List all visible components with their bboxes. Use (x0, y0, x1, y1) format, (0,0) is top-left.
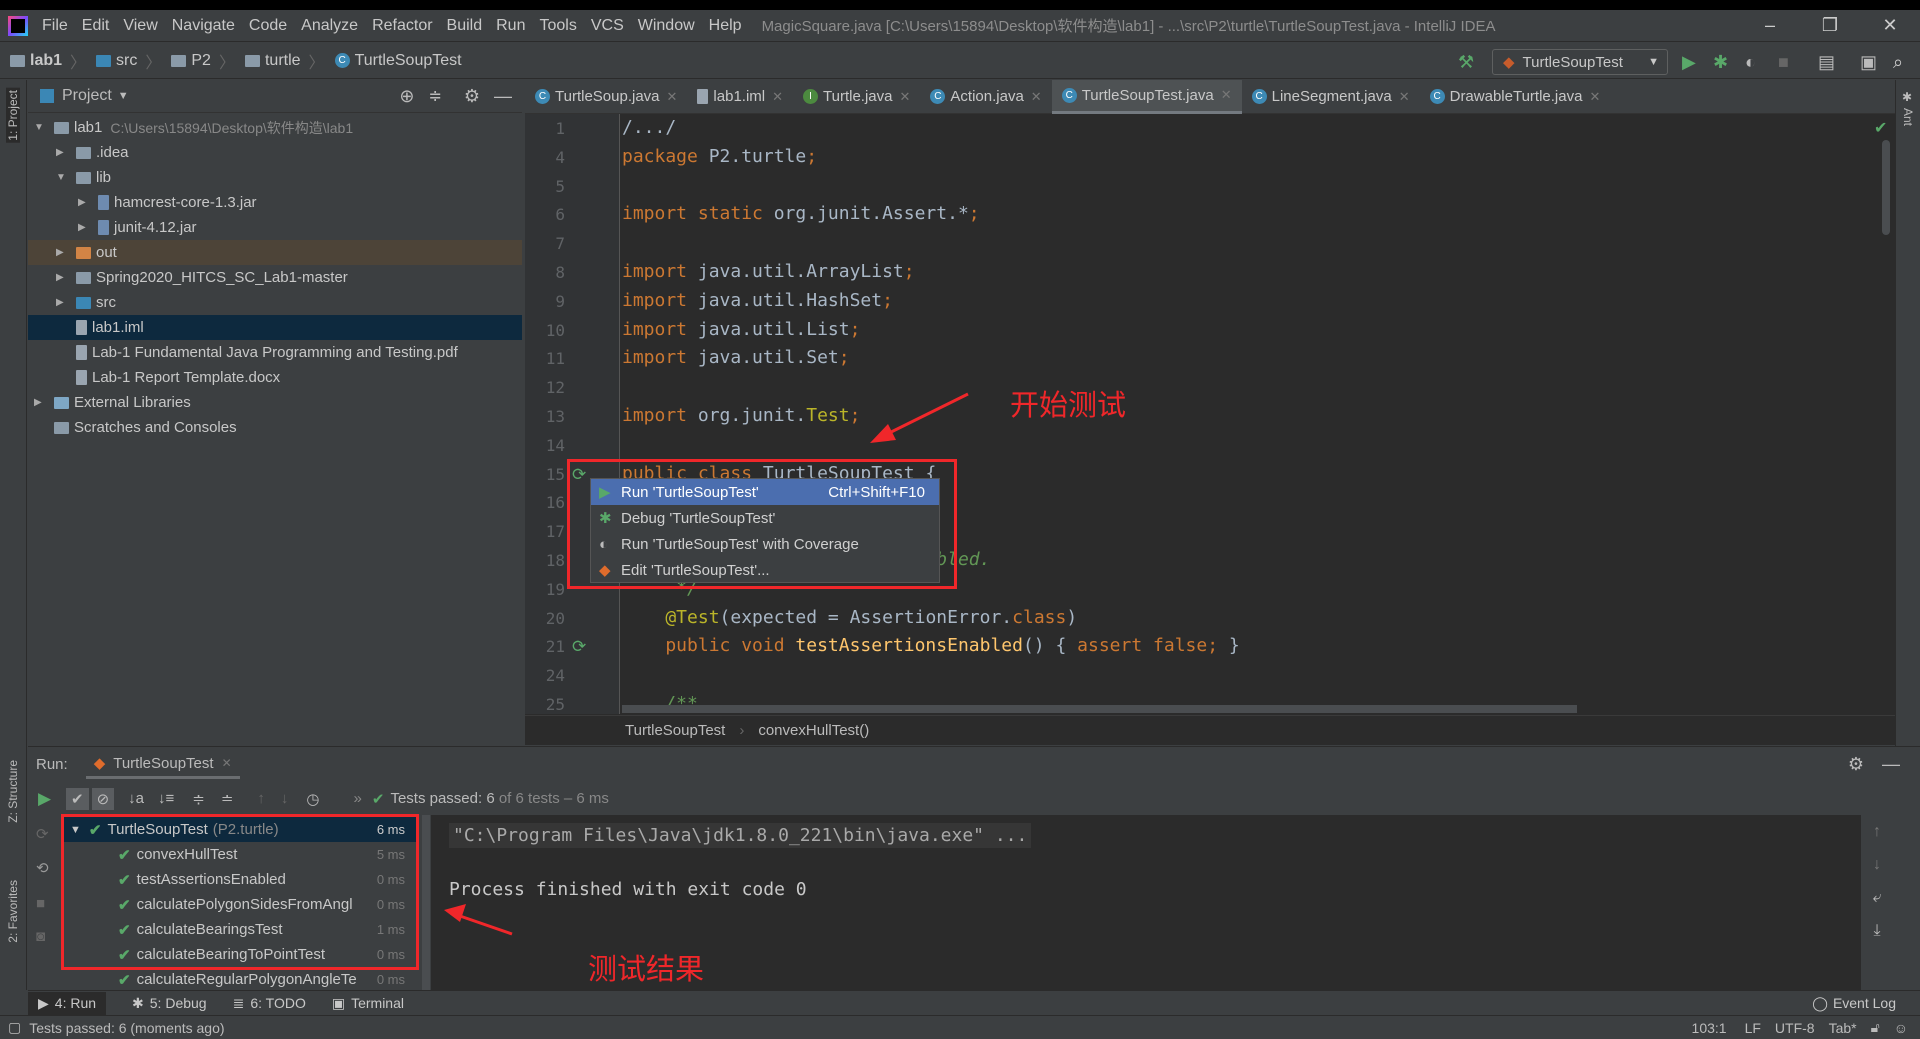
arrow-to-run-menu (870, 392, 969, 443)
ant-tool-button[interactable]: Ant (1901, 108, 1915, 126)
annotation-start-test: 开始测试 (1010, 388, 1127, 422)
annotation-arrows (444, 392, 969, 936)
arrow-to-test-results (444, 904, 513, 936)
annotation-test-result: 测试结果 (588, 952, 705, 986)
